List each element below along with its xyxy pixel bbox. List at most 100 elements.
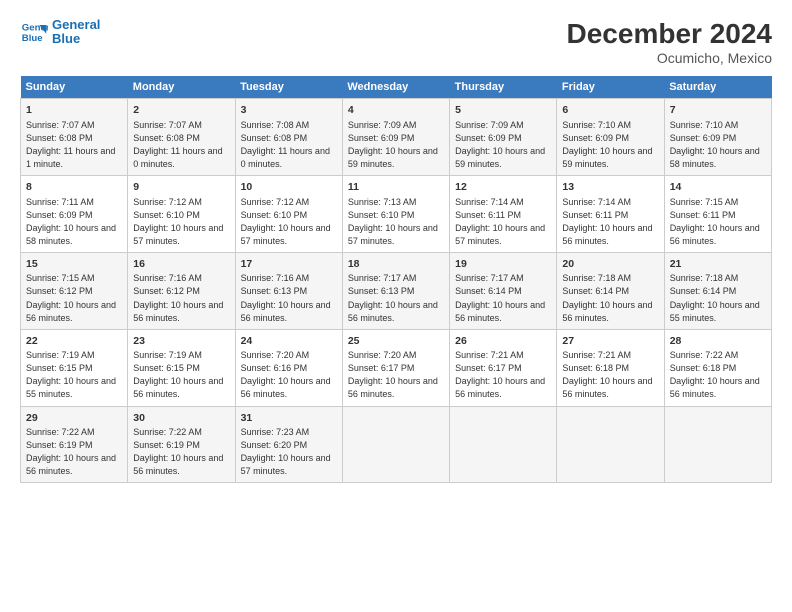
- day-number: 11: [348, 180, 444, 195]
- day-number: 9: [133, 180, 229, 195]
- day-number: 7: [670, 103, 766, 118]
- col-thursday: Thursday: [450, 76, 557, 99]
- day-number: 25: [348, 334, 444, 349]
- day-number: 4: [348, 103, 444, 118]
- calendar-cell: 25Sunrise: 7:20 AMSunset: 6:17 PMDayligh…: [342, 329, 449, 406]
- calendar-week-1: 1Sunrise: 7:07 AMSunset: 6:08 PMDaylight…: [21, 99, 772, 176]
- cell-info: Sunrise: 7:14 AMSunset: 6:11 PMDaylight:…: [562, 196, 658, 248]
- cell-info: Sunrise: 7:12 AMSunset: 6:10 PMDaylight:…: [241, 196, 337, 248]
- logo-text-blue: Blue: [52, 32, 100, 46]
- calendar-cell: 2Sunrise: 7:07 AMSunset: 6:08 PMDaylight…: [128, 99, 235, 176]
- calendar-cell: 10Sunrise: 7:12 AMSunset: 6:10 PMDayligh…: [235, 175, 342, 252]
- cell-info: Sunrise: 7:07 AMSunset: 6:08 PMDaylight:…: [26, 119, 122, 171]
- logo-icon: General Blue: [20, 18, 48, 46]
- day-number: 27: [562, 334, 658, 349]
- calendar-week-3: 15Sunrise: 7:15 AMSunset: 6:12 PMDayligh…: [21, 252, 772, 329]
- col-friday: Friday: [557, 76, 664, 99]
- cell-info: Sunrise: 7:22 AMSunset: 6:19 PMDaylight:…: [133, 426, 229, 478]
- calendar-cell: 27Sunrise: 7:21 AMSunset: 6:18 PMDayligh…: [557, 329, 664, 406]
- col-monday: Monday: [128, 76, 235, 99]
- calendar-cell: 4Sunrise: 7:09 AMSunset: 6:09 PMDaylight…: [342, 99, 449, 176]
- day-number: 12: [455, 180, 551, 195]
- calendar-week-4: 22Sunrise: 7:19 AMSunset: 6:15 PMDayligh…: [21, 329, 772, 406]
- cell-info: Sunrise: 7:21 AMSunset: 6:18 PMDaylight:…: [562, 349, 658, 401]
- cell-info: Sunrise: 7:09 AMSunset: 6:09 PMDaylight:…: [455, 119, 551, 171]
- calendar-cell: [557, 406, 664, 483]
- col-wednesday: Wednesday: [342, 76, 449, 99]
- cell-info: Sunrise: 7:19 AMSunset: 6:15 PMDaylight:…: [26, 349, 122, 401]
- cell-info: Sunrise: 7:10 AMSunset: 6:09 PMDaylight:…: [562, 119, 658, 171]
- day-number: 23: [133, 334, 229, 349]
- logo-text-general: General: [52, 18, 100, 32]
- cell-info: Sunrise: 7:20 AMSunset: 6:17 PMDaylight:…: [348, 349, 444, 401]
- calendar-cell: 16Sunrise: 7:16 AMSunset: 6:12 PMDayligh…: [128, 252, 235, 329]
- calendar-cell: 23Sunrise: 7:19 AMSunset: 6:15 PMDayligh…: [128, 329, 235, 406]
- calendar-cell: 12Sunrise: 7:14 AMSunset: 6:11 PMDayligh…: [450, 175, 557, 252]
- calendar-cell: 6Sunrise: 7:10 AMSunset: 6:09 PMDaylight…: [557, 99, 664, 176]
- title-block: December 2024 Ocumicho, Mexico: [567, 18, 772, 66]
- cell-info: Sunrise: 7:13 AMSunset: 6:10 PMDaylight:…: [348, 196, 444, 248]
- calendar-cell: [664, 406, 771, 483]
- calendar-week-2: 8Sunrise: 7:11 AMSunset: 6:09 PMDaylight…: [21, 175, 772, 252]
- calendar-cell: 19Sunrise: 7:17 AMSunset: 6:14 PMDayligh…: [450, 252, 557, 329]
- calendar-cell: 14Sunrise: 7:15 AMSunset: 6:11 PMDayligh…: [664, 175, 771, 252]
- page-title: December 2024: [567, 18, 772, 50]
- cell-info: Sunrise: 7:23 AMSunset: 6:20 PMDaylight:…: [241, 426, 337, 478]
- day-number: 5: [455, 103, 551, 118]
- page: General Blue General Blue December 2024 …: [0, 0, 792, 612]
- day-number: 8: [26, 180, 122, 195]
- calendar-cell: 13Sunrise: 7:14 AMSunset: 6:11 PMDayligh…: [557, 175, 664, 252]
- calendar-cell: 15Sunrise: 7:15 AMSunset: 6:12 PMDayligh…: [21, 252, 128, 329]
- page-subtitle: Ocumicho, Mexico: [567, 50, 772, 66]
- day-number: 17: [241, 257, 337, 272]
- day-number: 31: [241, 411, 337, 426]
- day-number: 19: [455, 257, 551, 272]
- cell-info: Sunrise: 7:15 AMSunset: 6:11 PMDaylight:…: [670, 196, 766, 248]
- cell-info: Sunrise: 7:22 AMSunset: 6:19 PMDaylight:…: [26, 426, 122, 478]
- cell-info: Sunrise: 7:08 AMSunset: 6:08 PMDaylight:…: [241, 119, 337, 171]
- calendar-cell: 28Sunrise: 7:22 AMSunset: 6:18 PMDayligh…: [664, 329, 771, 406]
- header: General Blue General Blue December 2024 …: [20, 18, 772, 66]
- calendar-cell: 30Sunrise: 7:22 AMSunset: 6:19 PMDayligh…: [128, 406, 235, 483]
- cell-info: Sunrise: 7:16 AMSunset: 6:12 PMDaylight:…: [133, 272, 229, 324]
- day-number: 6: [562, 103, 658, 118]
- day-number: 26: [455, 334, 551, 349]
- calendar-table: Sunday Monday Tuesday Wednesday Thursday…: [20, 76, 772, 483]
- calendar-cell: 5Sunrise: 7:09 AMSunset: 6:09 PMDaylight…: [450, 99, 557, 176]
- day-number: 22: [26, 334, 122, 349]
- cell-info: Sunrise: 7:21 AMSunset: 6:17 PMDaylight:…: [455, 349, 551, 401]
- logo: General Blue General Blue: [20, 18, 100, 47]
- day-number: 24: [241, 334, 337, 349]
- day-number: 10: [241, 180, 337, 195]
- calendar-cell: 18Sunrise: 7:17 AMSunset: 6:13 PMDayligh…: [342, 252, 449, 329]
- cell-info: Sunrise: 7:17 AMSunset: 6:14 PMDaylight:…: [455, 272, 551, 324]
- calendar-cell: 24Sunrise: 7:20 AMSunset: 6:16 PMDayligh…: [235, 329, 342, 406]
- calendar-cell: 3Sunrise: 7:08 AMSunset: 6:08 PMDaylight…: [235, 99, 342, 176]
- cell-info: Sunrise: 7:16 AMSunset: 6:13 PMDaylight:…: [241, 272, 337, 324]
- day-number: 1: [26, 103, 122, 118]
- calendar-cell: 1Sunrise: 7:07 AMSunset: 6:08 PMDaylight…: [21, 99, 128, 176]
- calendar-cell: 17Sunrise: 7:16 AMSunset: 6:13 PMDayligh…: [235, 252, 342, 329]
- cell-info: Sunrise: 7:17 AMSunset: 6:13 PMDaylight:…: [348, 272, 444, 324]
- cell-info: Sunrise: 7:22 AMSunset: 6:18 PMDaylight:…: [670, 349, 766, 401]
- day-number: 15: [26, 257, 122, 272]
- day-number: 18: [348, 257, 444, 272]
- day-number: 21: [670, 257, 766, 272]
- day-number: 20: [562, 257, 658, 272]
- calendar-cell: 11Sunrise: 7:13 AMSunset: 6:10 PMDayligh…: [342, 175, 449, 252]
- day-number: 29: [26, 411, 122, 426]
- day-number: 28: [670, 334, 766, 349]
- day-number: 13: [562, 180, 658, 195]
- day-number: 2: [133, 103, 229, 118]
- cell-info: Sunrise: 7:14 AMSunset: 6:11 PMDaylight:…: [455, 196, 551, 248]
- day-number: 16: [133, 257, 229, 272]
- calendar-cell: 29Sunrise: 7:22 AMSunset: 6:19 PMDayligh…: [21, 406, 128, 483]
- calendar-cell: 22Sunrise: 7:19 AMSunset: 6:15 PMDayligh…: [21, 329, 128, 406]
- cell-info: Sunrise: 7:07 AMSunset: 6:08 PMDaylight:…: [133, 119, 229, 171]
- calendar-cell: [450, 406, 557, 483]
- calendar-cell: 31Sunrise: 7:23 AMSunset: 6:20 PMDayligh…: [235, 406, 342, 483]
- calendar-cell: 8Sunrise: 7:11 AMSunset: 6:09 PMDaylight…: [21, 175, 128, 252]
- cell-info: Sunrise: 7:11 AMSunset: 6:09 PMDaylight:…: [26, 196, 122, 248]
- cell-info: Sunrise: 7:18 AMSunset: 6:14 PMDaylight:…: [562, 272, 658, 324]
- cell-info: Sunrise: 7:10 AMSunset: 6:09 PMDaylight:…: [670, 119, 766, 171]
